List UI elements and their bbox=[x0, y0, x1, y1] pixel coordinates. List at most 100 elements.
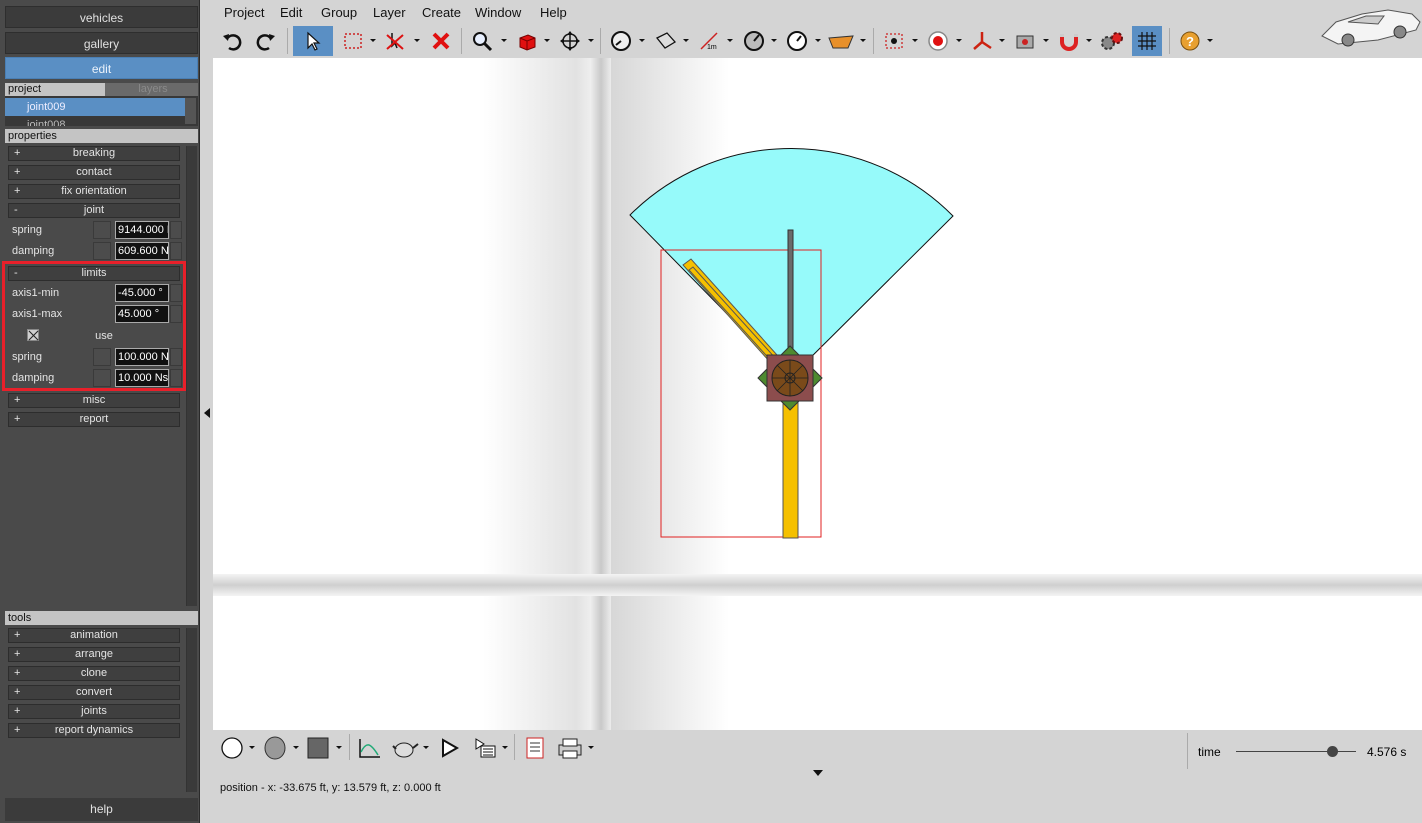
chevron-down-icon[interactable] bbox=[860, 39, 866, 42]
gauge-button[interactable] bbox=[606, 26, 636, 56]
measure-button[interactable]: 1m bbox=[694, 26, 724, 56]
axes-button[interactable] bbox=[967, 26, 997, 56]
chevron-down-icon[interactable] bbox=[727, 39, 733, 42]
move-button[interactable] bbox=[555, 26, 585, 56]
time-slider-track[interactable] bbox=[1236, 751, 1356, 752]
select-tool-button[interactable] bbox=[293, 26, 333, 56]
record-button[interactable] bbox=[923, 26, 953, 56]
list-item-joint009[interactable]: joint009 bbox=[5, 98, 185, 116]
menu-group[interactable]: Group bbox=[321, 5, 357, 20]
chevron-down-icon[interactable] bbox=[999, 39, 1005, 42]
group-misc[interactable]: + misc bbox=[8, 393, 180, 408]
graph-button[interactable] bbox=[355, 733, 385, 763]
chevron-down-icon[interactable] bbox=[170, 221, 182, 239]
frame-button[interactable] bbox=[879, 26, 909, 56]
tools-scrollbar[interactable] bbox=[186, 628, 197, 792]
spin-handle[interactable] bbox=[93, 221, 111, 239]
redo-button[interactable] bbox=[251, 26, 281, 56]
play-button[interactable] bbox=[434, 733, 464, 763]
delete-button[interactable] bbox=[426, 26, 456, 56]
vehicles-button[interactable]: vehicles bbox=[5, 6, 198, 28]
chevron-down-icon[interactable] bbox=[423, 746, 429, 749]
chevron-down-icon[interactable] bbox=[1043, 39, 1049, 42]
help-button[interactable]: help bbox=[5, 798, 198, 821]
simulate-button[interactable] bbox=[390, 733, 420, 763]
chevron-down-icon[interactable] bbox=[293, 746, 299, 749]
material-button[interactable] bbox=[303, 733, 333, 763]
menu-help[interactable]: Help bbox=[540, 5, 567, 20]
chevron-down-icon[interactable] bbox=[544, 39, 550, 42]
chevron-down-icon[interactable] bbox=[956, 39, 962, 42]
speedometer-button[interactable] bbox=[782, 26, 812, 56]
joint-spring-input[interactable]: 9144.000 N/m bbox=[115, 221, 169, 239]
fixed-link[interactable] bbox=[782, 387, 799, 539]
chevron-down-icon[interactable] bbox=[588, 39, 594, 42]
tool-arrange[interactable]: + arrange bbox=[8, 647, 180, 662]
chevron-down-icon[interactable] bbox=[502, 746, 508, 749]
tool-animation[interactable]: + animation bbox=[8, 628, 180, 643]
tool-joints[interactable]: + joints bbox=[8, 704, 180, 719]
collapse-panel-icon[interactable] bbox=[204, 408, 210, 418]
menu-window[interactable]: Window bbox=[475, 5, 521, 20]
chevron-down-icon[interactable] bbox=[912, 39, 918, 42]
group-joint[interactable]: - joint bbox=[8, 203, 180, 218]
group-report[interactable]: + report bbox=[8, 412, 180, 427]
time-slider-handle[interactable] bbox=[1327, 746, 1338, 757]
chevron-down-icon[interactable] bbox=[370, 39, 376, 42]
joint-damping-input[interactable]: 609.600 Ns/m bbox=[115, 242, 169, 260]
playlist-button[interactable] bbox=[471, 733, 501, 763]
tool-convert[interactable]: + convert bbox=[8, 685, 180, 700]
menu-edit[interactable]: Edit bbox=[280, 5, 302, 20]
zoom-button[interactable] bbox=[467, 26, 497, 56]
angle-button[interactable] bbox=[739, 26, 769, 56]
group-breaking[interactable]: + breaking bbox=[8, 146, 180, 161]
chevron-down-icon[interactable] bbox=[501, 39, 507, 42]
help-menu-button[interactable]: ? bbox=[1175, 26, 1205, 56]
speedometer-icon bbox=[787, 31, 807, 51]
report-button[interactable] bbox=[520, 733, 550, 763]
chevron-down-icon[interactable] bbox=[815, 39, 821, 42]
undo-button[interactable] bbox=[217, 26, 247, 56]
surface-button[interactable] bbox=[651, 26, 681, 56]
gallery-button[interactable]: gallery bbox=[5, 32, 198, 54]
chevron-down-icon[interactable] bbox=[771, 39, 777, 42]
list-scrollbar[interactable] bbox=[185, 98, 196, 124]
render-mode-button[interactable] bbox=[217, 733, 247, 763]
scene-canvas[interactable] bbox=[213, 58, 1422, 730]
edit-button[interactable]: edit bbox=[5, 57, 198, 79]
properties-scrollbar[interactable] bbox=[186, 146, 197, 606]
tool-report-dynamics[interactable]: + report dynamics bbox=[8, 723, 180, 738]
tab-project[interactable]: project bbox=[5, 83, 105, 96]
terrain-button[interactable] bbox=[826, 26, 856, 56]
grid-toggle-button[interactable] bbox=[1132, 26, 1162, 56]
chevron-down-icon[interactable] bbox=[336, 746, 342, 749]
menu-layer[interactable]: Layer bbox=[373, 5, 406, 20]
chevron-down-icon[interactable] bbox=[249, 746, 255, 749]
group-contact[interactable]: + contact bbox=[8, 165, 180, 180]
print-button[interactable] bbox=[555, 733, 585, 763]
list-item-joint008[interactable]: joint008 bbox=[5, 116, 185, 126]
3d-viewport[interactable] bbox=[213, 58, 1422, 730]
tab-layers[interactable]: layers bbox=[105, 83, 198, 96]
shading-button[interactable] bbox=[260, 733, 290, 763]
spin-handle[interactable] bbox=[93, 242, 111, 260]
expand-down-icon[interactable] bbox=[813, 770, 823, 776]
menu-create[interactable]: Create bbox=[422, 5, 461, 20]
expand-icon: + bbox=[14, 147, 21, 159]
menu-project[interactable]: Project bbox=[224, 5, 264, 20]
chevron-down-icon[interactable] bbox=[588, 746, 594, 749]
chevron-down-icon[interactable] bbox=[170, 242, 182, 260]
chevron-down-icon[interactable] bbox=[1086, 39, 1092, 42]
create-box-button[interactable] bbox=[512, 26, 542, 56]
chevron-down-icon[interactable] bbox=[639, 39, 645, 42]
chevron-down-icon[interactable] bbox=[414, 39, 420, 42]
chevron-down-icon[interactable] bbox=[683, 39, 689, 42]
tool-clone[interactable]: + clone bbox=[8, 666, 180, 681]
settings-button[interactable] bbox=[1097, 26, 1127, 56]
chevron-down-icon[interactable] bbox=[1207, 39, 1213, 42]
camera-button[interactable] bbox=[1010, 26, 1040, 56]
box-select-button[interactable] bbox=[338, 26, 368, 56]
deselect-button[interactable] bbox=[380, 26, 410, 56]
magnet-button[interactable] bbox=[1054, 26, 1084, 56]
group-fix-orientation[interactable]: + fix orientation bbox=[8, 184, 180, 199]
